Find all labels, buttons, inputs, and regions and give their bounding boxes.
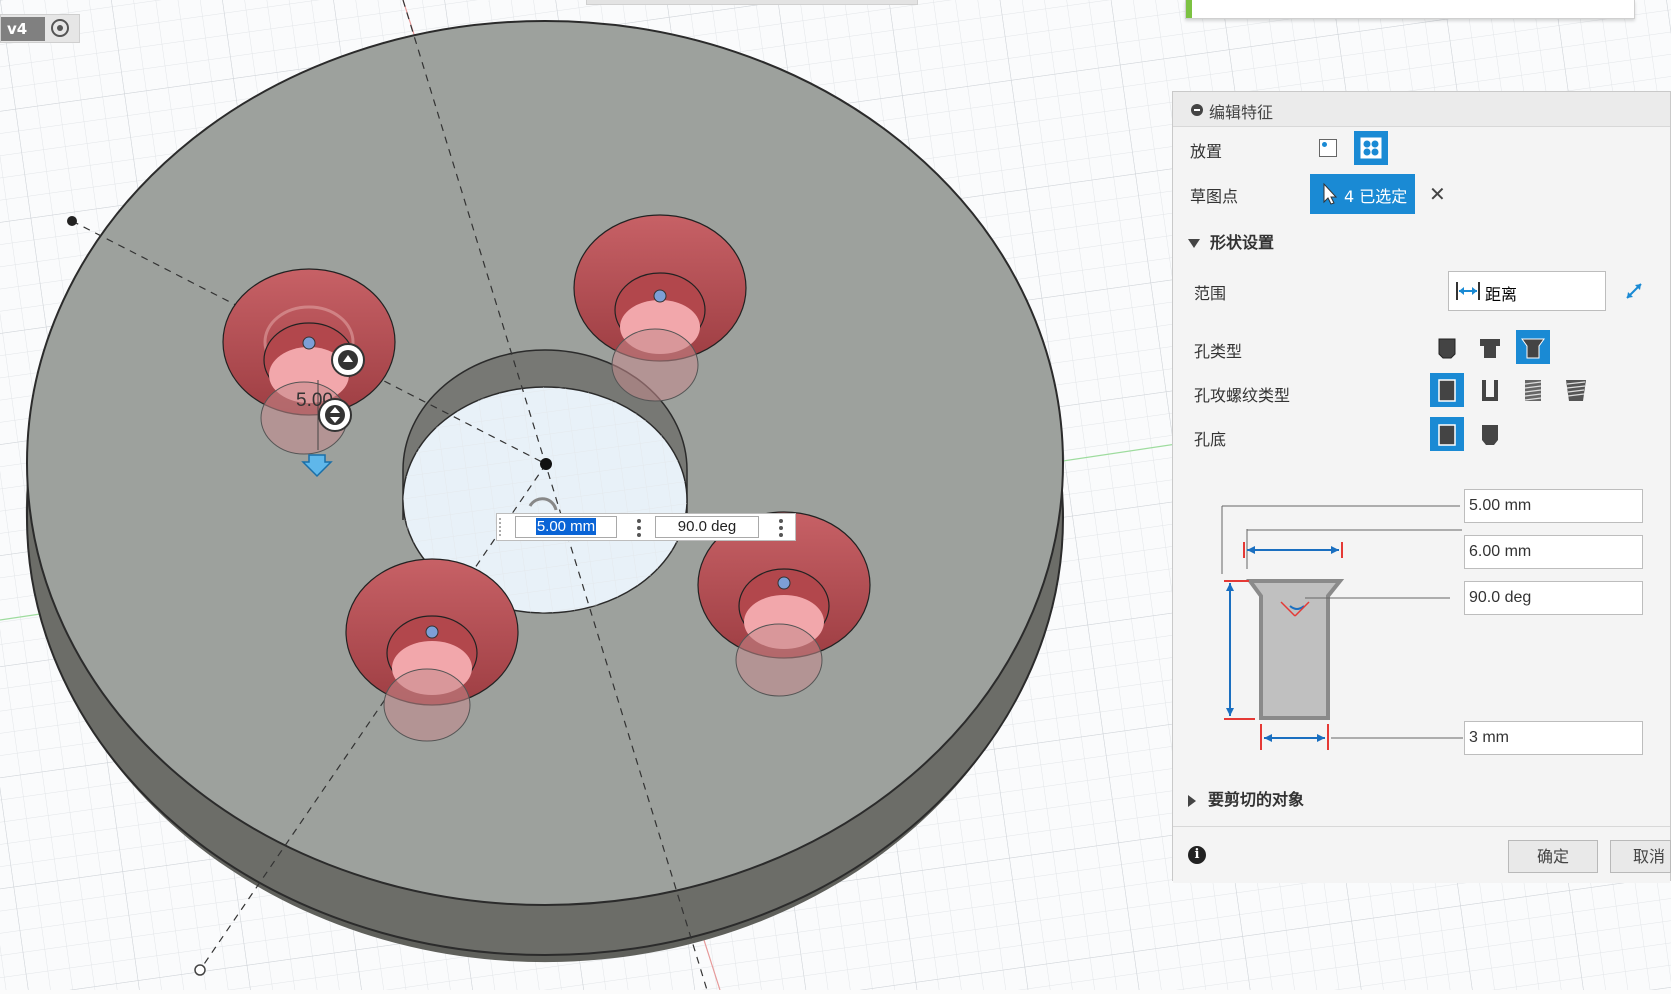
objects-to-cut-header[interactable]: 要剪切的对象 [1188, 786, 1304, 810]
collapsed-icon [1188, 794, 1196, 807]
version-label: v4 [1, 17, 45, 41]
shape-settings-header[interactable]: 形状设置 [1188, 229, 1274, 253]
simple-hole-icon [1438, 338, 1456, 359]
extent-value: 距离 [1485, 285, 1518, 304]
tap-clearance-button[interactable] [1473, 373, 1507, 407]
from-sketch-button[interactable] [1354, 131, 1388, 165]
angle-options-icon[interactable] [779, 519, 783, 537]
counterbore-button[interactable] [1473, 330, 1507, 364]
depth-field[interactable]: 5.00 mm [1464, 489, 1643, 523]
drag-handle[interactable] [499, 518, 504, 536]
cursor-icon [1323, 182, 1338, 205]
multi-point-icon [1360, 137, 1382, 159]
distance-icon [1456, 282, 1480, 300]
toast-stripe [1186, 0, 1192, 18]
sketch-points-label: 草图点 [1190, 187, 1239, 206]
notification-card [1185, 0, 1635, 19]
sketch-point-open[interactable] [194, 964, 206, 976]
depth-options-icon[interactable] [637, 519, 641, 537]
angle-manipulator-icon[interactable] [331, 343, 365, 377]
flat-bottom-icon [1438, 424, 1456, 446]
hole-type-label: 孔类型 [1194, 342, 1243, 361]
sketch-point[interactable] [67, 216, 77, 226]
angle-input[interactable]: 90.0 deg [655, 516, 759, 538]
extent-dropdown[interactable]: 距离 [1448, 271, 1606, 311]
dimension-input-bar: 5.00 mm 90.0 deg [496, 513, 796, 541]
center-point[interactable] [540, 458, 552, 470]
tap-simple-icon [1438, 379, 1456, 402]
version-badge[interactable]: v4 [0, 14, 80, 43]
ok-button[interactable]: 确定 [1508, 840, 1598, 873]
diameter-field[interactable]: 3 mm [1464, 721, 1643, 755]
tap-clearance-icon [1482, 380, 1498, 401]
countersink-diameter-field[interactable]: 6.00 mm [1464, 535, 1643, 569]
flip-direction-icon[interactable] [1623, 280, 1645, 302]
info-icon[interactable]: i [1188, 846, 1206, 864]
cancel-button[interactable]: 取消 [1610, 840, 1671, 873]
countersink-icon [1521, 338, 1545, 359]
panel-title: 编辑特征 [1209, 103, 1274, 122]
extent-label: 范围 [1194, 284, 1227, 303]
radio-icon[interactable] [51, 19, 69, 37]
countersink-angle-field[interactable]: 90.0 deg [1464, 581, 1643, 615]
tap-type-label: 孔攻螺纹类型 [1194, 386, 1291, 405]
placement-label: 放置 [1190, 142, 1223, 161]
tap-tapped-button[interactable] [1516, 373, 1550, 407]
depth-input[interactable]: 5.00 mm [515, 516, 617, 538]
angled-bottom-button[interactable] [1473, 417, 1507, 451]
top-toolbar-edge [586, 0, 918, 5]
angled-bottom-icon [1482, 425, 1498, 445]
single-hole-icon [1319, 139, 1337, 157]
single-hole-button[interactable] [1311, 131, 1345, 165]
selection-button[interactable]: 4 已选定 [1310, 174, 1415, 214]
collapse-icon[interactable] [1191, 104, 1203, 116]
counterbore-icon [1480, 339, 1500, 358]
selection-count: 4 已选定 [1344, 187, 1408, 206]
objects-to-cut-label: 要剪切的对象 [1208, 790, 1305, 809]
tap-taper-button[interactable] [1559, 373, 1593, 407]
tap-tapped-icon [1524, 380, 1542, 401]
depth-manipulator-icon[interactable] [318, 398, 352, 432]
clear-selection-icon[interactable]: ✕ [1429, 184, 1446, 204]
countersink-button[interactable] [1516, 330, 1550, 364]
panel-header[interactable]: 编辑特征 [1173, 92, 1670, 127]
tap-taper-icon [1566, 380, 1586, 401]
simple-hole-button[interactable] [1430, 330, 1464, 364]
shape-settings-label: 形状设置 [1210, 233, 1275, 252]
tap-simple-button[interactable] [1430, 373, 1464, 407]
depth-input-text: 5.00 mm [535, 518, 597, 535]
flat-bottom-button[interactable] [1430, 417, 1464, 451]
hole-diagram [1221, 505, 1463, 750]
expand-icon [1188, 239, 1200, 248]
hole-bottom-label: 孔底 [1194, 430, 1227, 449]
